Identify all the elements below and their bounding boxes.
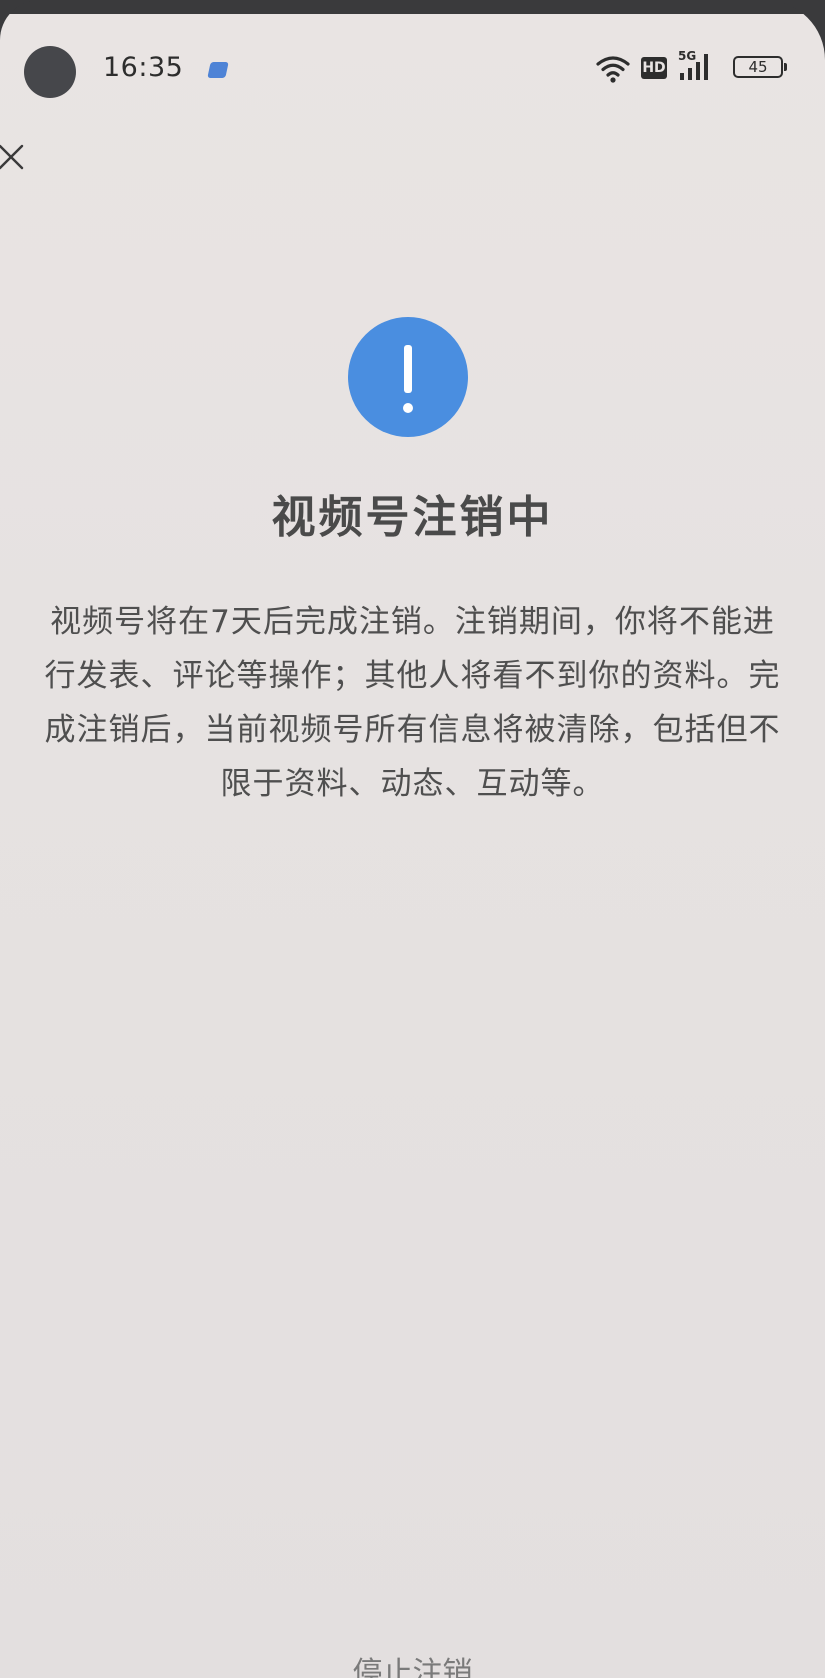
deactivation-description: 视频号将在7天后完成注销。注销期间，你将不能进行发表、评论等操作；其他人将看不到… [44,604,781,802]
close-icon [0,144,24,170]
device-bezel [0,0,825,14]
close-button[interactable] [0,138,30,178]
battery-level: 45 [748,58,768,76]
exclamation-dot [403,403,413,413]
wifi-icon [596,56,630,83]
signal-bars-icon [680,54,708,80]
exclamation-bar [404,345,412,393]
battery-icon: 45 [733,56,787,78]
front-camera [24,46,76,98]
page-title: 视频号注销中 [271,492,554,543]
status-bar: 16:35 HD 5G 45 [0,40,825,104]
stop-deactivation-button[interactable]: 停止注销 [0,1648,825,1678]
exclamation-icon [348,317,468,437]
phone-screen: 16:35 HD 5G 45 视频号注销中 视频号将在7天后完成注销。注销期间，… [0,0,825,1678]
notification-icon [207,62,229,78]
status-time: 16:35 [103,52,184,83]
hd-voice-icon: HD [641,57,667,79]
cellular-signal-icon: 5G [678,50,712,82]
